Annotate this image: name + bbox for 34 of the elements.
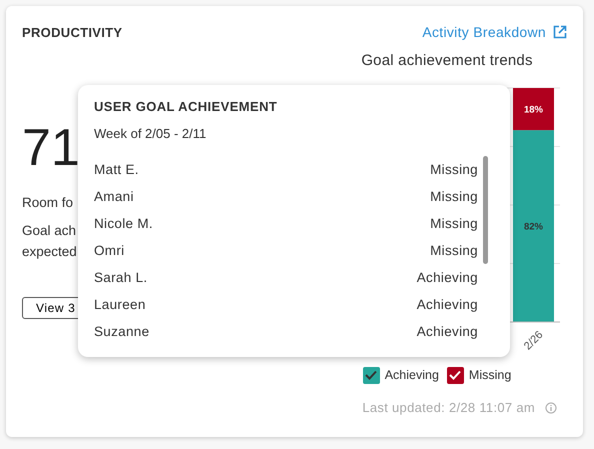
activity-breakdown-link[interactable]: Activity Breakdown xyxy=(422,24,567,40)
summary-text: Goal ach xyxy=(22,222,76,240)
checkbox[interactable] xyxy=(446,366,464,384)
bar-label: 82% xyxy=(524,222,543,233)
goal-status: Missing xyxy=(430,243,478,258)
goal-status: Missing xyxy=(430,189,478,204)
summary-text: expected xyxy=(22,243,77,261)
scrollbar[interactable] xyxy=(483,156,488,264)
check-icon xyxy=(449,370,462,380)
goal-status: Missing xyxy=(430,162,478,177)
bar-label: 18% xyxy=(524,104,543,116)
goal-status: Achieving xyxy=(416,297,478,312)
popup-subtitle: Week of 2/05 - 2/11 xyxy=(94,126,208,142)
external-link-icon xyxy=(553,25,567,39)
user-name: Amani xyxy=(94,189,134,204)
legend-checkbox[interactable]: Missing xyxy=(446,366,512,384)
last-updated-text: Last updated: 2/28 11:07 am xyxy=(362,400,535,415)
user-name: Sarah L. xyxy=(94,270,148,285)
summary-text: Room fo xyxy=(22,194,74,212)
popup-title: USER GOAL ACHIEVEMENT xyxy=(94,99,278,115)
goal-status: Achieving xyxy=(416,324,478,339)
goal-status: Missing xyxy=(430,216,478,231)
checkbox[interactable] xyxy=(362,366,380,384)
card-title: PRODUCTIVITY xyxy=(22,24,122,40)
chart-title: Goal achievement trends xyxy=(361,52,533,70)
check-icon xyxy=(365,370,378,380)
legend-checkbox[interactable]: Achieving xyxy=(362,366,439,384)
productivity-value: 71 xyxy=(22,120,80,176)
user-name: Matt E. xyxy=(94,162,139,177)
user-name: Nicole M. xyxy=(94,216,153,231)
goal-status: Achieving xyxy=(416,270,478,285)
user-name: Laureen xyxy=(94,297,146,312)
user-name: Omri xyxy=(94,243,124,258)
user-name: Suzanne xyxy=(94,324,150,339)
